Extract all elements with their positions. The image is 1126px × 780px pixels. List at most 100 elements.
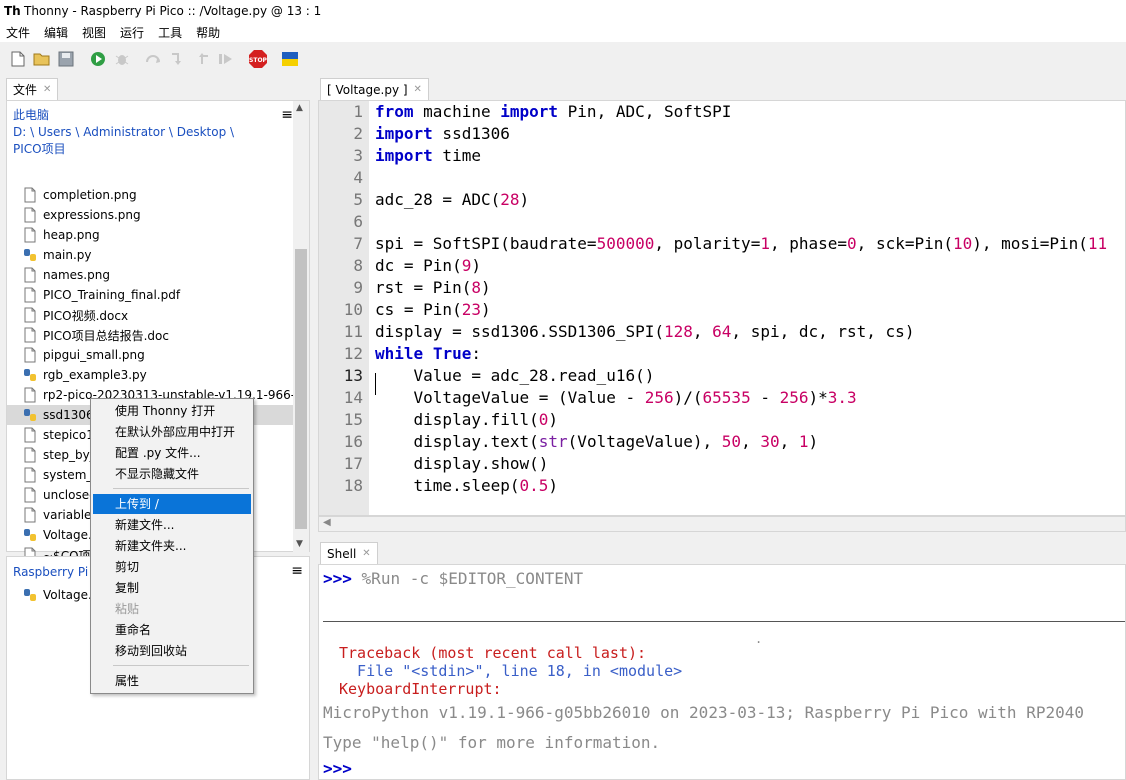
step-into-icon[interactable] [168, 49, 188, 69]
traceback-error: KeyboardInterrupt: [339, 680, 502, 698]
tab-shell[interactable]: Shell ✕ [320, 542, 378, 564]
horizontal-scrollbar[interactable]: ◀ [318, 516, 1126, 532]
hamburger-menu-icon[interactable]: ≡ [281, 107, 293, 123]
shell-tab-label: Shell [327, 546, 357, 561]
stop-icon[interactable]: STOP [248, 49, 268, 69]
step-over-icon[interactable] [144, 49, 164, 69]
python-file-icon [24, 589, 36, 601]
file-name: unclosed [43, 488, 97, 502]
run-icon[interactable] [88, 49, 108, 69]
menu-open-external[interactable]: 在默认外部应用中打开 [93, 422, 251, 442]
list-item[interactable]: completion.png [7, 185, 295, 205]
menu-help[interactable]: 帮助 [196, 24, 220, 41]
traceback-file-line: File "<stdin>", line 18, in <module> [339, 662, 683, 680]
file-icon [24, 447, 36, 463]
list-item[interactable]: heap.png [7, 225, 295, 245]
list-item[interactable]: Voltage. [23, 587, 92, 603]
file-icon [24, 427, 36, 443]
python-file-icon [24, 529, 36, 541]
menu-upload[interactable]: 上传到 / [93, 494, 251, 514]
code-line: dc = Pin(9) [375, 256, 481, 275]
list-item[interactable]: PICO视频.docx [7, 305, 295, 325]
open-file-icon[interactable] [32, 49, 52, 69]
title-bar: Th Thonny - Raspberry Pi Pico :: /Voltag… [0, 0, 1126, 22]
list-item[interactable]: PICO_Training_final.pdf [7, 285, 295, 305]
close-icon[interactable]: ✕ [414, 84, 422, 95]
scrollbar-thumb[interactable] [295, 249, 307, 529]
line-number: 7 [353, 234, 363, 253]
code-line: from machine import Pin, ADC, SoftSPI [375, 102, 732, 121]
device-title[interactable]: Raspberry Pi [13, 565, 88, 579]
code-editor[interactable]: 1 2 3 4 5 6 7 8 9 10 11 12 13 14 15 16 17 18 from machine… [318, 100, 1126, 516]
line-number: 18 [343, 476, 363, 495]
new-file-icon[interactable] [8, 49, 28, 69]
menu-run[interactable]: 运行 [120, 24, 144, 41]
code-line: display.fill(0) [375, 410, 559, 429]
file-icon [24, 267, 36, 283]
breadcrumb: 此电脑 D: \ Users \ Administrator \ Desktop… [13, 107, 293, 158]
list-item[interactable]: pipgui_small.png [7, 345, 295, 365]
menu-move-to-trash[interactable]: 移动到回收站 [93, 641, 251, 661]
list-item[interactable]: main.py [7, 245, 295, 265]
line-number: 4 [353, 168, 363, 187]
menu-new-file[interactable]: 新建文件... [93, 515, 251, 535]
shell-prompt[interactable]: >>> [323, 759, 352, 779]
menu-new-folder[interactable]: 新建文件夹... [93, 536, 251, 556]
menu-cut[interactable]: 剪切 [93, 557, 251, 577]
file-icon [24, 387, 36, 403]
scrollbar[interactable]: ▲ ▼ [293, 101, 309, 553]
flag-icon[interactable] [280, 49, 300, 69]
shell-console[interactable]: >>> %Run -c $EDITOR_CONTENT . Traceback … [318, 564, 1126, 780]
list-item[interactable]: names.png [7, 265, 295, 285]
line-number: 10 [343, 300, 363, 319]
close-icon[interactable]: ✕ [43, 84, 51, 95]
menu-tools[interactable]: 工具 [158, 24, 182, 41]
toolbar: STOP [0, 44, 1126, 74]
scroll-left-icon[interactable]: ◀ [323, 517, 331, 528]
save-icon[interactable] [56, 49, 76, 69]
menu-bar: 文件 编辑 视图 运行 工具 帮助 [0, 22, 1126, 42]
code-area[interactable]: from machine import Pin, ADC, SoftSPI im… [375, 101, 1125, 497]
scroll-down-icon[interactable]: ▼ [296, 539, 303, 549]
menu-file[interactable]: 文件 [6, 24, 30, 41]
python-file-icon [24, 409, 36, 421]
code-line: import ssd1306 [375, 124, 510, 143]
code-line: spi = SoftSPI(baudrate=500000, polarity=… [375, 234, 1108, 253]
list-item[interactable]: rgb_example3.py [7, 365, 295, 385]
path-current-folder[interactable]: PICO项目 [13, 141, 293, 158]
menu-paste: 粘贴 [115, 602, 140, 616]
hamburger-menu-icon[interactable]: ≡ [291, 563, 303, 579]
shell-run-line: >>> %Run -c $EDITOR_CONTENT [323, 569, 584, 588]
shell-dot: . [755, 632, 763, 646]
micropython-banner: MicroPython v1.19.1-966-g05bb26010 on 20… [323, 703, 1084, 722]
path-folders[interactable]: D: \ Users \ Administrator \ Desktop \ [13, 124, 293, 141]
menu-edit[interactable]: 编辑 [44, 24, 68, 41]
path-computer[interactable]: 此电脑 [13, 107, 293, 124]
menu-hide-hidden-files[interactable]: 不显示隐藏文件 [93, 464, 251, 484]
tab-voltage-py[interactable]: [ Voltage.py ] ✕ [320, 78, 429, 100]
line-number: 9 [353, 278, 363, 297]
menu-configure-py[interactable]: 配置 .py 文件... [93, 443, 251, 463]
scroll-up-icon[interactable]: ▲ [296, 103, 303, 113]
step-out-icon[interactable] [192, 49, 212, 69]
menu-open-with-thonny[interactable]: 使用 Thonny 打开 [93, 401, 251, 421]
context-menu: 使用 Thonny 打开 在默认外部应用中打开 配置 .py 文件... 不显示… [90, 398, 254, 694]
close-icon[interactable]: ✕ [362, 548, 370, 559]
file-icon [24, 347, 36, 363]
menu-properties[interactable]: 属性 [93, 671, 251, 691]
list-item[interactable]: expressions.png [7, 205, 295, 225]
line-number: 6 [353, 212, 363, 231]
menu-view[interactable]: 视图 [82, 24, 106, 41]
menu-rename[interactable]: 重命名 [93, 620, 251, 640]
python-file-icon [24, 369, 36, 381]
debug-icon[interactable] [112, 49, 132, 69]
resume-icon[interactable] [216, 49, 236, 69]
line-number: 8 [353, 256, 363, 275]
tab-files[interactable]: 文件 ✕ [6, 78, 59, 100]
menu-copy[interactable]: 复制 [93, 578, 251, 598]
code-line: time.sleep(0.5) [375, 476, 559, 495]
file-icon [24, 207, 36, 223]
list-item[interactable]: PICO项目总结报告.doc [7, 325, 295, 345]
